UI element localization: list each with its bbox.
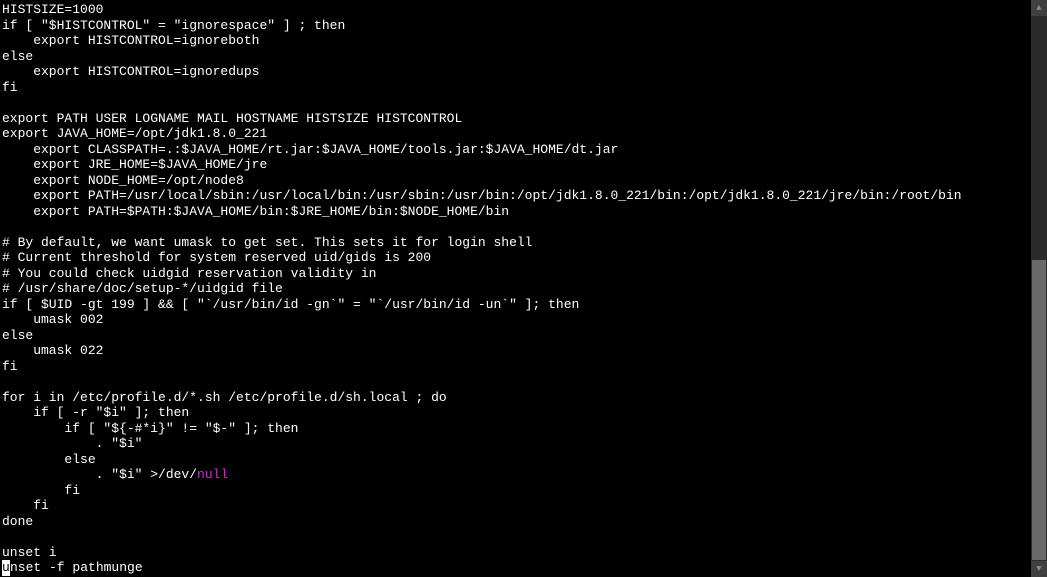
- terminal-line: export PATH USER LOGNAME MAIL HOSTNAME H…: [2, 111, 1030, 127]
- terminal-line: # Current threshold for system reserved …: [2, 250, 1030, 266]
- terminal-line: # /usr/share/doc/setup-*/uidgid file: [2, 281, 1030, 297]
- scrollbar[interactable]: ▲ ▼: [1031, 0, 1047, 577]
- terminal-line: export NODE_HOME=/opt/node8: [2, 173, 1030, 189]
- terminal-line: if [ $UID -gt 199 ] && [ "`/usr/bin/id -…: [2, 297, 1030, 313]
- terminal-line: export PATH=/usr/local/sbin:/usr/local/b…: [2, 188, 1030, 204]
- terminal-line: unset i: [2, 545, 1030, 561]
- terminal-line: . "$i" >/dev/null: [2, 467, 1030, 483]
- terminal-line: if [ -r "$i" ]; then: [2, 405, 1030, 421]
- terminal-line: done: [2, 514, 1030, 530]
- terminal-line: if [ "$HISTCONTROL" = "ignorespace" ] ; …: [2, 18, 1030, 34]
- scrollbar-up-button[interactable]: ▲: [1031, 0, 1047, 16]
- terminal-line: . "$i": [2, 436, 1030, 452]
- terminal-line: [2, 374, 1030, 390]
- terminal-line: else: [2, 328, 1030, 344]
- terminal-line: # You could check uidgid reservation val…: [2, 266, 1030, 282]
- terminal-line: fi: [2, 498, 1030, 514]
- terminal-line: else: [2, 49, 1030, 65]
- terminal-line: export PATH=$PATH:$JAVA_HOME/bin:$JRE_HO…: [2, 204, 1030, 220]
- terminal-line: for i in /etc/profile.d/*.sh /etc/profil…: [2, 390, 1030, 406]
- null-device-highlight: null: [197, 467, 228, 482]
- terminal-line: unset -f pathmunge: [2, 560, 1030, 576]
- terminal-line: export JRE_HOME=$JAVA_HOME/jre: [2, 157, 1030, 173]
- scrollbar-down-button[interactable]: ▼: [1031, 561, 1047, 577]
- terminal-line: export HISTCONTROL=ignoredups: [2, 64, 1030, 80]
- terminal-line: if [ "${-#*i}" != "$-" ]; then: [2, 421, 1030, 437]
- terminal-line: export JAVA_HOME=/opt/jdk1.8.0_221: [2, 126, 1030, 142]
- terminal-line: HISTSIZE=1000: [2, 2, 1030, 18]
- terminal-line: umask 002: [2, 312, 1030, 328]
- terminal-content[interactable]: HISTSIZE=1000if [ "$HISTCONTROL" = "igno…: [0, 0, 1030, 577]
- terminal-line: fi: [2, 483, 1030, 499]
- terminal-line: fi: [2, 80, 1030, 96]
- cursor: u: [2, 560, 10, 576]
- terminal-line: [2, 219, 1030, 235]
- terminal-line: [2, 529, 1030, 545]
- terminal-line: # By default, we want umask to get set. …: [2, 235, 1030, 251]
- terminal-line: fi: [2, 359, 1030, 375]
- terminal-line: export CLASSPATH=.:$JAVA_HOME/rt.jar:$JA…: [2, 142, 1030, 158]
- scrollbar-thumb[interactable]: [1032, 260, 1046, 560]
- terminal-line: else: [2, 452, 1030, 468]
- terminal-line: [2, 95, 1030, 111]
- terminal-line: export HISTCONTROL=ignoreboth: [2, 33, 1030, 49]
- terminal-line: umask 022: [2, 343, 1030, 359]
